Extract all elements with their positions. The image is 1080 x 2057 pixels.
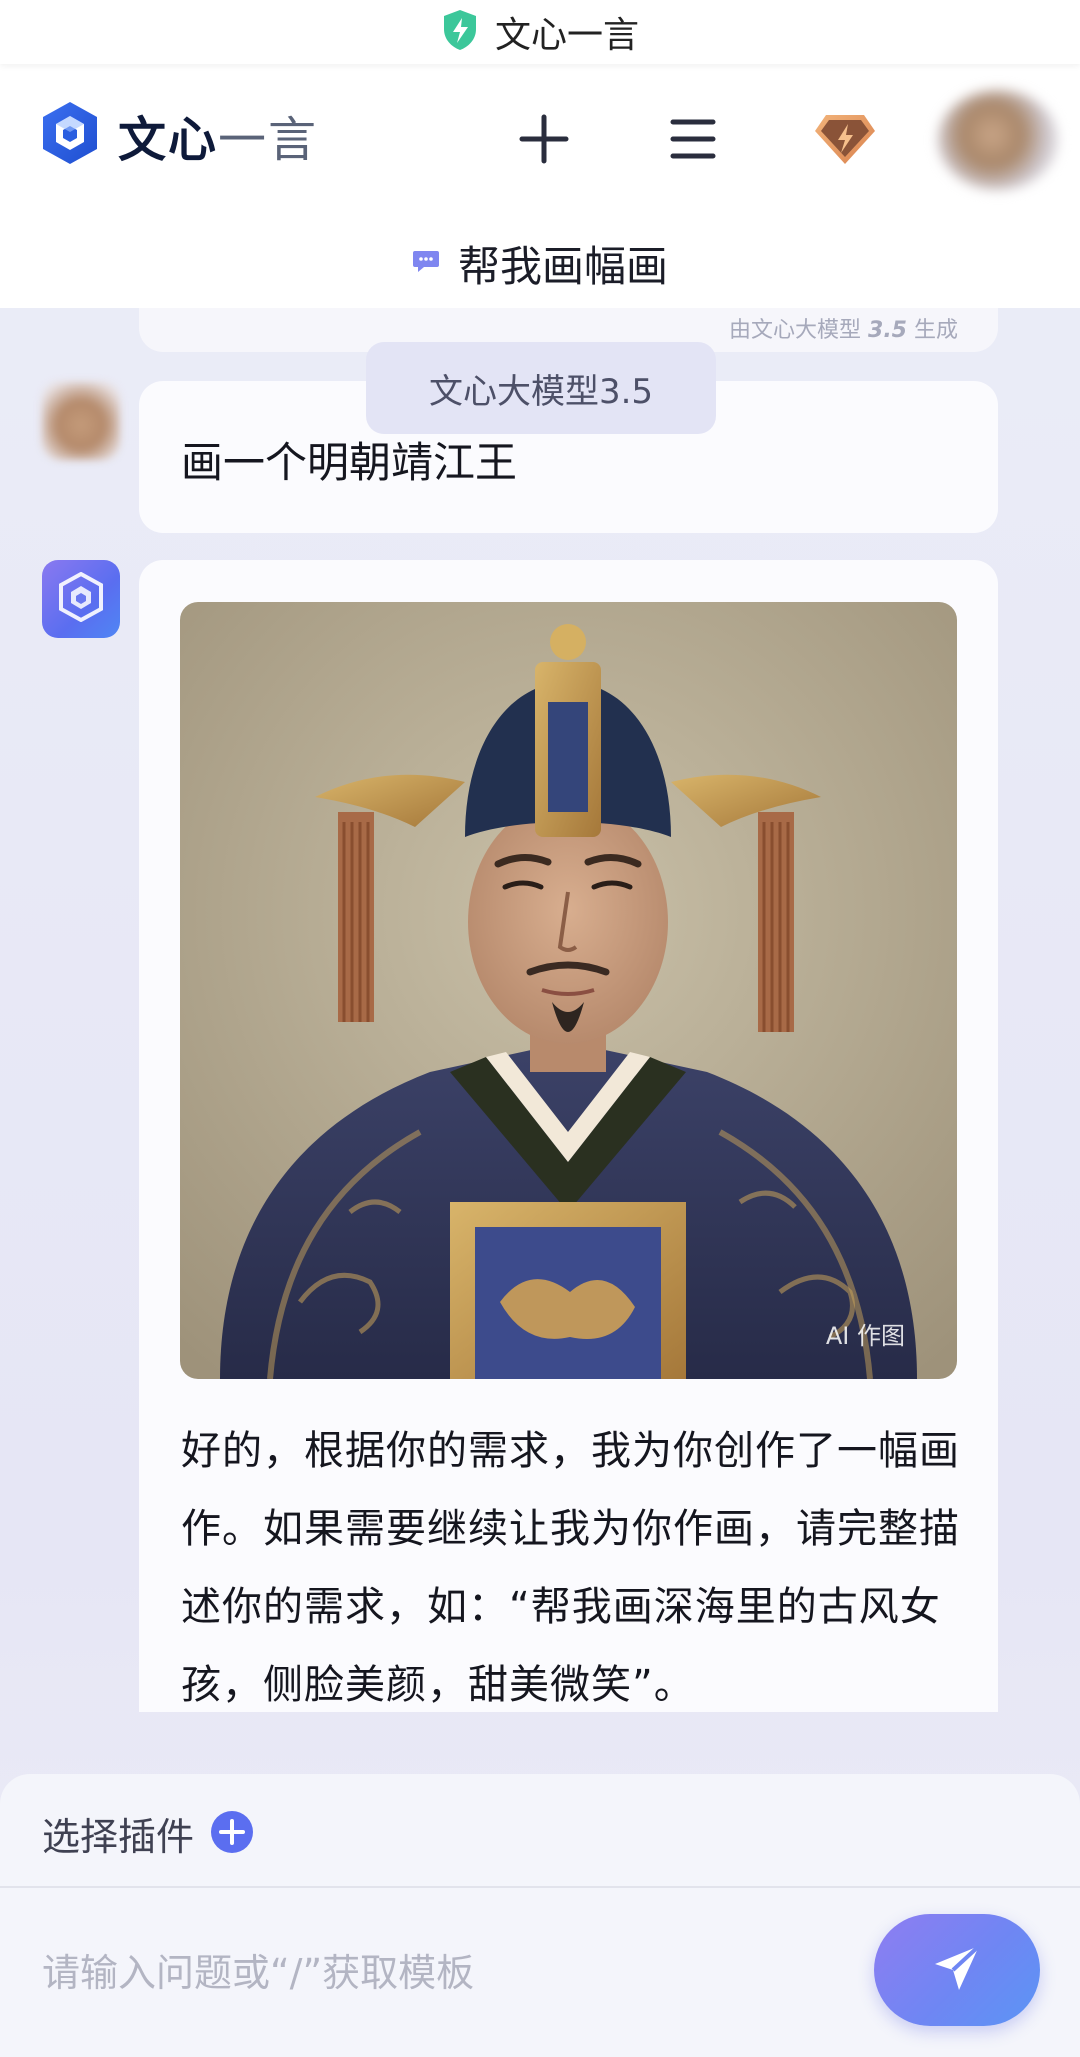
logo-text: 文心一言 [118,112,319,168]
generated-by-note: 由文心大模型 3.5 生成 [729,318,958,343]
plus-circle-icon[interactable] [210,1810,254,1858]
logo-icon [40,100,100,170]
chat-bubble-icon [412,249,440,277]
plus-icon [516,111,572,171]
browser-title-bar: 文心一言 [0,0,1080,64]
user-message-avatar [42,382,120,460]
bot-message-text: 好的，根据你的需求，我为你创作了一幅画作。如果需要继续让我为你作画，请完整描述你… [181,1428,960,1708]
composer: 选择插件 请输入问题或“/”获取模板 [0,1774,1080,2057]
model-badge: 文心大模型3.5 [366,342,716,434]
new-chat-button[interactable] [505,102,583,180]
composer-divider [0,1886,1080,1888]
browser-tab-title: 文心一言 [494,15,639,56]
menu-button[interactable] [654,102,732,180]
chat-title-text: 帮我画幅画 [457,241,668,291]
message-input[interactable]: 请输入问题或“/”获取模板 [42,1942,474,1997]
plugin-label: 选择插件 [42,1815,195,1859]
user-message-text: 画一个明朝靖江王 [181,438,518,487]
portrait-illustration [180,602,957,1379]
diamond-bolt-icon [812,111,878,171]
hamburger-menu-icon [667,116,719,166]
vip-button[interactable] [806,102,884,180]
bot-avatar [42,560,120,638]
generated-image[interactable]: AI 作图 [180,602,957,1379]
chat-title[interactable]: 帮我画幅画 [0,228,1080,298]
app-logo[interactable]: 文心一言 [40,100,318,170]
ai-generated-tag: AI 作图 [825,1322,905,1350]
bot-logo-icon [58,571,104,626]
send-button[interactable] [874,1914,1040,2026]
bot-message-bubble: AI 作图 好的，根据你的需求，我为你创作了一幅画作。如果需要继续让我为你作画，… [139,560,998,1712]
user-avatar[interactable] [938,90,1058,190]
paper-plane-icon [929,1940,985,2000]
shield-bolt-icon [441,9,479,55]
app-header: 文心一言 帮我画幅画 [0,64,1080,308]
plugin-selector[interactable]: 选择插件 [42,1806,254,1861]
